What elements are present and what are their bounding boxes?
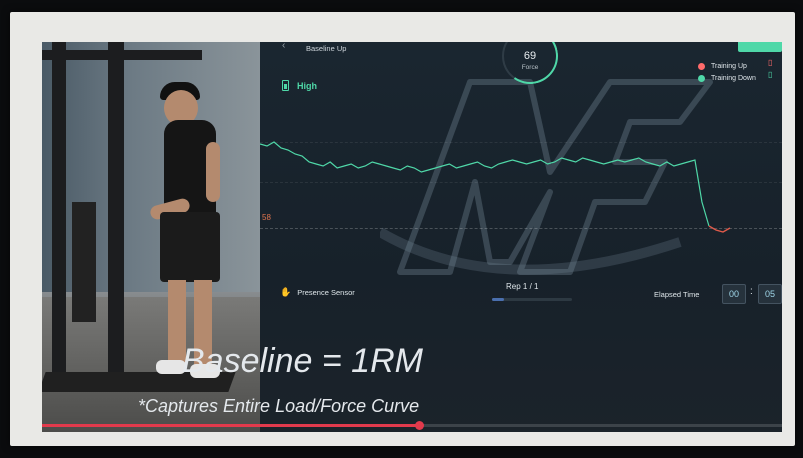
person-shorts [160,212,220,282]
video-player[interactable]: ‹ Baseline Up 69 Force Training Up Train… [42,42,782,432]
battery-icon [282,80,289,91]
series-line-training-down [260,141,710,227]
chart-legend: Training Up Training Down [698,60,756,84]
legend-label: Training Up [711,62,747,70]
person-arm-upper [206,142,220,202]
series-line-drop [708,225,731,233]
legend-label: Training Down [711,74,756,82]
elapsed-seconds: 05 [758,284,782,304]
video-progress-fill [42,424,420,427]
time-separator: : [750,286,753,297]
caption-main: Baseline = 1RM [182,342,423,380]
legend-dot [698,62,705,70]
force-value: 69 [523,50,537,62]
back-arrow-icon[interactable]: ‹ [282,42,285,51]
phone-icon: ▯ [768,70,773,79]
legend-dot [698,74,705,82]
presence-sensor-label: Presence Sensor [297,288,355,297]
elapsed-minutes: 00 [722,284,746,304]
y-tick-label: 58 [262,213,271,222]
top-right-button[interactable] [738,42,782,52]
video-progress-bar[interactable] [42,421,782,430]
legend-item-training-down: Training Down [698,72,756,84]
rack-post-left [52,42,66,372]
force-chart [260,141,731,233]
rep-progress-bar [492,298,572,301]
rack-weight-stack [72,202,96,322]
video-frame: ‹ Baseline Up 69 Force Training Up Train… [10,12,795,446]
legend-item-training-up: Training Up [698,60,756,72]
presence-sensor: ✋ Presence Sensor [280,287,355,298]
rack-post-right [108,42,124,387]
rack-top-bar [42,50,202,60]
elapsed-time-label: Elapsed Time [654,290,700,299]
rep-counter: Rep 1 / 1 [506,282,539,291]
battery-label: High [297,80,317,91]
rep-progress-fill [492,298,504,301]
force-label: Force [521,64,539,71]
phone-icon: ▯ [768,58,773,67]
caption-sub: *Captures Entire Load/Force Curve [138,396,420,416]
battery-indicator: High [282,80,317,91]
hand-icon: ✋ [280,287,292,297]
mode-label: Baseline Up [306,44,347,53]
